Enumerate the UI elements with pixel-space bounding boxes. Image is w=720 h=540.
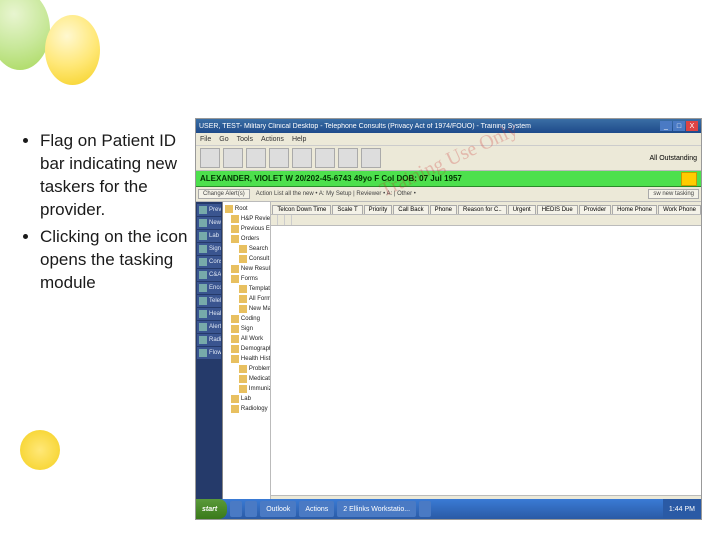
windows-taskbar: start Outlook Actions 2 Ellinks Workstat… <box>196 499 701 519</box>
toolbar-icon[interactable] <box>315 148 335 168</box>
toolbar: All Outstanding <box>196 146 701 171</box>
column-tab-row: Telcon Down TimeScale TPriorityCall Back… <box>271 202 701 215</box>
tasking-field[interactable]: sw new tasking <box>648 189 699 199</box>
tree-node[interactable]: Root <box>225 204 268 214</box>
taskbar-button[interactable] <box>230 501 242 517</box>
patient-id-text: ALEXANDER, VIOLET W 20/202-45-6743 49yo … <box>200 174 462 183</box>
tree-node[interactable]: Demographics <box>225 344 268 354</box>
tree-node[interactable]: Search <box>225 244 268 254</box>
col-header[interactable] <box>285 215 292 225</box>
filter-text: Action List all the new • A: My Setup | … <box>256 191 416 197</box>
column-tab[interactable]: Call Back <box>393 205 428 214</box>
nav-item[interactable]: Consults <box>197 256 221 268</box>
nav-item[interactable]: Alert <box>197 321 221 333</box>
tree-node[interactable]: Health History <box>225 354 268 364</box>
slide-root: Flag on Patient ID bar indicating new ta… <box>0 0 720 540</box>
nav-item[interactable]: Radiology <box>197 334 221 346</box>
tree-node[interactable]: Orders <box>225 234 268 244</box>
close-button[interactable]: X <box>686 121 698 131</box>
column-tab[interactable]: Work Phone <box>658 205 701 214</box>
bullet-item: Flag on Patient ID bar indicating new ta… <box>40 130 190 222</box>
menubar: File Go Tools Actions Help <box>196 133 701 146</box>
tree-node[interactable]: New Mapping <box>225 304 268 314</box>
col-header[interactable] <box>271 215 278 225</box>
column-tab[interactable]: Scale T <box>332 205 362 214</box>
folder-tree: RootH&P ReviewPrevious EncounterOrdersSe… <box>223 202 271 507</box>
toolbar-icon[interactable] <box>361 148 381 168</box>
tree-node[interactable]: Forms <box>225 274 268 284</box>
column-tab[interactable]: Priority <box>364 205 393 214</box>
decor-sun <box>0 420 80 520</box>
toolbar-icon[interactable] <box>223 148 243 168</box>
decor-balloon-yellow <box>45 15 100 85</box>
decor-balloon-green <box>0 0 50 70</box>
main-panel: Telcon Down TimeScale TPriorityCall Back… <box>271 202 701 507</box>
toolbar-icon[interactable] <box>269 148 289 168</box>
menu-actions[interactable]: Actions <box>261 136 284 143</box>
column-tab[interactable]: Home Phone <box>612 205 657 214</box>
taskbar-button[interactable] <box>245 501 257 517</box>
start-button[interactable]: start <box>196 499 227 519</box>
tree-node[interactable]: Template Mgmt <box>225 284 268 294</box>
taskbar-button[interactable] <box>419 501 431 517</box>
tree-node[interactable]: Coding <box>225 314 268 324</box>
window-titlebar: USER, TEST- Military Clinical Desktop - … <box>196 119 701 133</box>
menu-help[interactable]: Help <box>292 136 306 143</box>
tree-node[interactable]: Sign <box>225 324 268 334</box>
column-tab[interactable]: Urgent <box>508 205 536 214</box>
tree-node[interactable]: Medications/OTC <box>225 374 268 384</box>
column-tab[interactable]: Reason for C.. <box>458 205 507 214</box>
nav-item[interactable]: New Results <box>197 217 221 229</box>
toolbar-icon[interactable] <box>338 148 358 168</box>
bullet-item: Clicking on the icon opens the tasking m… <box>40 226 190 295</box>
tree-node[interactable]: New Results <box>225 264 268 274</box>
bullet-list: Flag on Patient ID bar indicating new ta… <box>20 130 190 299</box>
tree-node[interactable]: H&P Review <box>225 214 268 224</box>
menu-tools[interactable]: Tools <box>237 136 253 143</box>
tree-node[interactable]: Previous Encounter <box>225 224 268 234</box>
taskbar-button[interactable]: Actions <box>299 501 334 517</box>
tree-node[interactable]: Immunizations <box>225 384 268 394</box>
app-body: Prev EnctrNew ResultsLabSign OrdersConsu… <box>196 202 701 507</box>
patient-id-bar: ALEXANDER, VIOLET W 20/202-45-6743 49yo … <box>196 171 701 187</box>
col-header[interactable] <box>278 215 285 225</box>
tree-node[interactable]: Consult Log <box>225 254 268 264</box>
list-area <box>271 226 701 495</box>
nav-item[interactable]: Health History <box>197 308 221 320</box>
toolbar-icon[interactable] <box>246 148 266 168</box>
column-tab[interactable]: Telcon Down Time <box>272 205 331 214</box>
tree-node[interactable]: All Forms <box>225 294 268 304</box>
column-tab[interactable]: Provider <box>579 205 611 214</box>
column-tab[interactable]: Phone <box>430 205 457 214</box>
toolbar-icon[interactable] <box>292 148 312 168</box>
minimize-button[interactable]: _ <box>660 121 672 131</box>
tree-node[interactable]: Lab <box>225 394 268 404</box>
change-alerts-button[interactable]: Change Alert(s) <box>198 189 250 199</box>
column-tab[interactable]: HEDIS Due <box>537 205 578 214</box>
tree-node[interactable]: Problems <box>225 364 268 374</box>
nav-column: Prev EnctrNew ResultsLabSign OrdersConsu… <box>196 202 223 507</box>
nav-item[interactable]: Prev Enctr <box>197 204 221 216</box>
window-title: USER, TEST- Military Clinical Desktop - … <box>199 123 659 130</box>
system-tray[interactable]: 1:44 PM <box>663 499 701 519</box>
nav-item[interactable]: Sign Orders <box>197 243 221 255</box>
app-screenshot: Training Use Only USER, TEST- Military C… <box>195 118 702 520</box>
nav-item[interactable]: C&A <box>197 269 221 281</box>
nav-item[interactable]: Flow Sheets <box>197 347 221 359</box>
toolbar-icon[interactable] <box>200 148 220 168</box>
filter-bar: Change Alert(s) Action List all the new … <box>196 187 701 202</box>
nav-item[interactable]: Lab <box>197 230 221 242</box>
menu-go[interactable]: Go <box>219 136 228 143</box>
maximize-button[interactable]: □ <box>673 121 685 131</box>
taskbar-button[interactable]: 2 Ellinks Workstatio... <box>337 501 416 517</box>
nav-item[interactable]: TeleH <box>197 295 221 307</box>
tree-node[interactable]: All Work <box>225 334 268 344</box>
outstanding-label: All Outstanding <box>650 155 697 162</box>
list-header <box>271 215 701 226</box>
nav-item[interactable]: Encounter <box>197 282 221 294</box>
tasker-flag-icon[interactable] <box>681 172 697 186</box>
tree-node[interactable]: Radiology <box>225 404 268 414</box>
menu-file[interactable]: File <box>200 136 211 143</box>
taskbar-button[interactable]: Outlook <box>260 501 296 517</box>
